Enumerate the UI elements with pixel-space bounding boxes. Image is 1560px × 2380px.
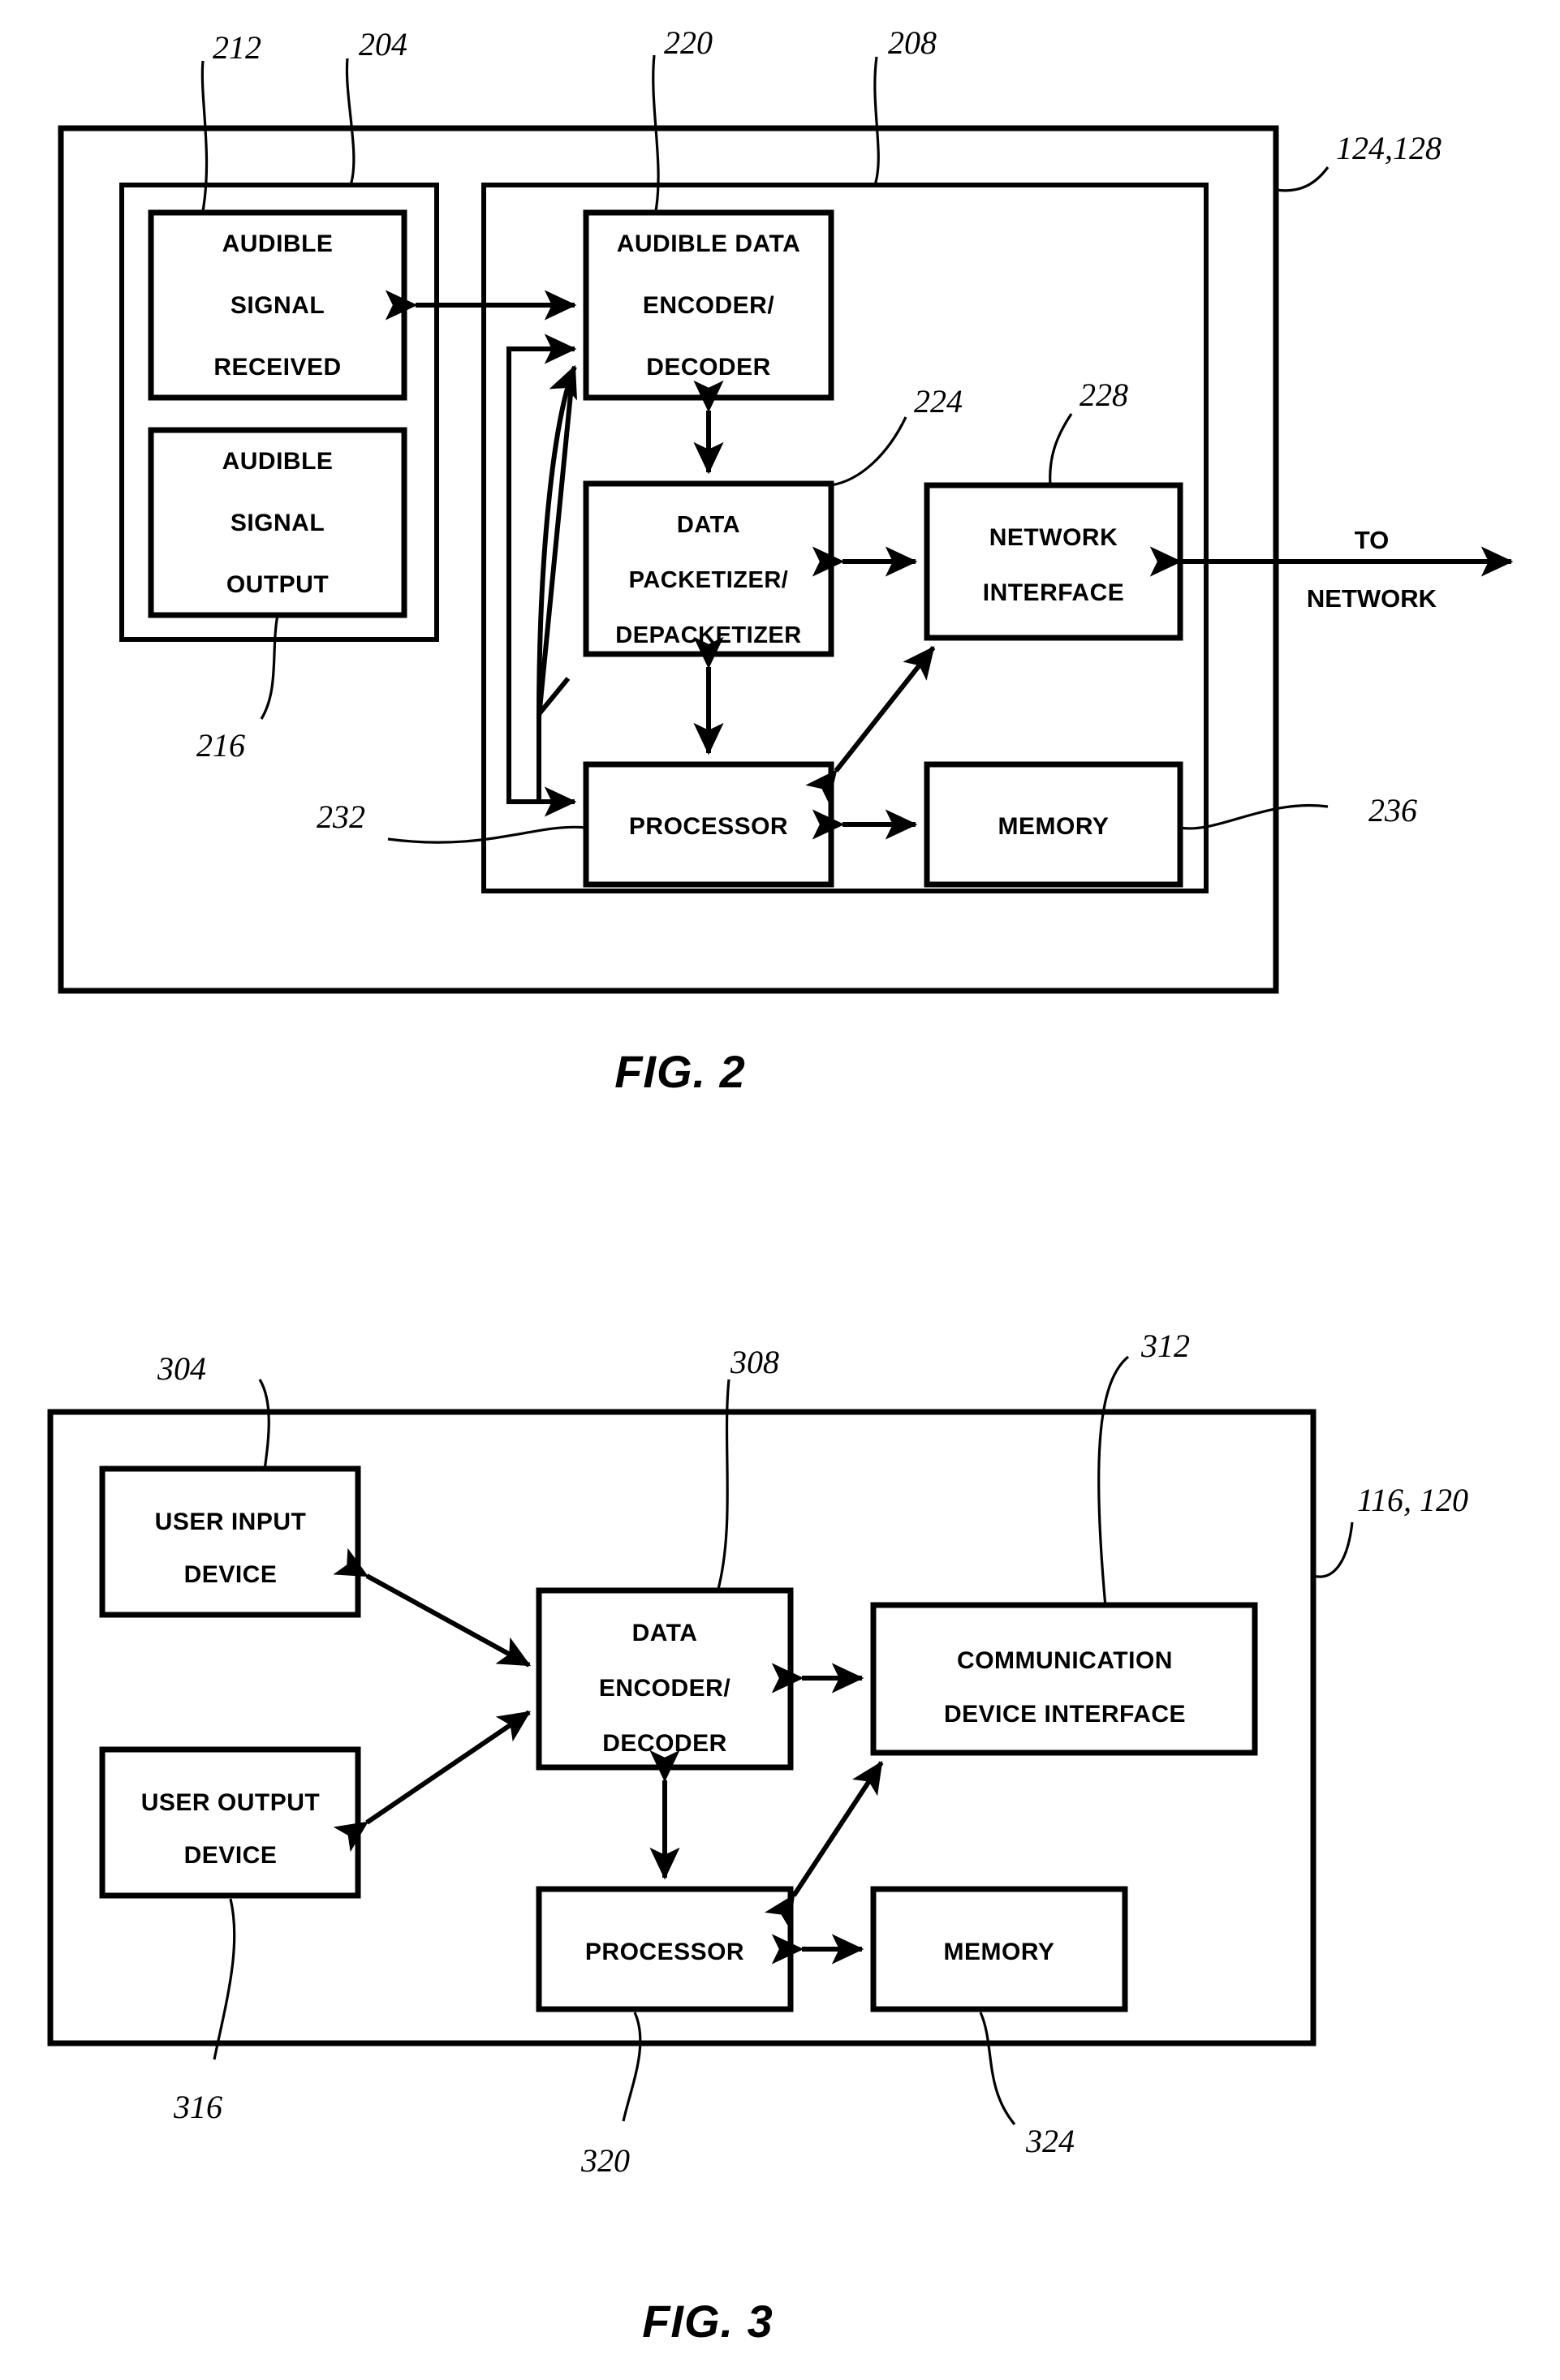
- fig2-ref-204: 204: [359, 26, 407, 62]
- patent-drawing-sheet: AUDIBLE SIGNAL RECEIVED AUDIBLE SIGNAL O…: [0, 0, 1560, 2380]
- fig3-uid-line2: DEVICE: [184, 1561, 278, 1588]
- fig2-ref-216: 216: [196, 727, 245, 764]
- fig3-memory-label: MEMORY: [944, 1939, 1055, 1965]
- fig2-ni-line2: INTERFACE: [983, 579, 1125, 606]
- fig2-aso-line2: SIGNAL: [231, 510, 325, 536]
- fig3-ded-line3: DECODER: [602, 1730, 727, 1757]
- fig2-asr-line1: AUDIBLE: [222, 230, 334, 257]
- fig2-dpd-line1: DATA: [677, 512, 740, 538]
- fig3-uid-line1: USER INPUT: [155, 1508, 307, 1535]
- fig2-caption: FIG. 2: [614, 1046, 746, 1097]
- fig3-caption: FIG. 3: [642, 2296, 774, 2347]
- fig2-asr-line3: RECEIVED: [213, 354, 341, 381]
- fig3-ded-line2: ENCODER/: [599, 1675, 731, 1702]
- fig3-ref-324: 324: [1025, 2123, 1075, 2159]
- fig2-aso-line1: AUDIBLE: [222, 448, 334, 475]
- fig3-ref-308: 308: [730, 1344, 779, 1380]
- fig2-ade-line2: ENCODER/: [643, 292, 775, 319]
- fig2-ref-220: 220: [664, 24, 713, 61]
- fig2-ade-line1: AUDIBLE DATA: [617, 230, 801, 257]
- fig3-ref-304: 304: [157, 1350, 206, 1387]
- fig2-dpd-line3: DEPACKETIZER: [615, 622, 801, 648]
- fig2-memory-label: MEMORY: [998, 813, 1110, 840]
- fig3-ref-320: 320: [580, 2142, 630, 2179]
- fig2-ref-124-128: 124,128: [1336, 130, 1441, 166]
- fig3-uod-line2: DEVICE: [184, 1842, 278, 1869]
- fig3-uod-line1: USER OUTPUT: [141, 1789, 321, 1816]
- fig2-aso-line3: OUTPUT: [226, 571, 329, 598]
- fig2-dpd-line2: PACKETIZER/: [629, 567, 789, 593]
- fig2-ref-208: 208: [888, 24, 937, 61]
- fig2-ref-212: 212: [213, 29, 261, 66]
- fig3-ref-316: 316: [173, 2089, 222, 2125]
- fig2-ref-228: 228: [1080, 377, 1128, 413]
- fig3-cdi-line1: COMMUNICATION: [957, 1647, 1173, 1674]
- fig2-ref-236: 236: [1368, 792, 1417, 828]
- fig2-ni-line1: NETWORK: [989, 524, 1118, 551]
- fig3-ref-116-120: 116, 120: [1357, 1482, 1468, 1518]
- fig2-ref-232: 232: [317, 798, 365, 835]
- fig3-ref-312: 312: [1140, 1328, 1190, 1364]
- fig2-ref-224: 224: [914, 383, 963, 420]
- fig2-processor-label: PROCESSOR: [629, 813, 788, 840]
- fig2-ade-line3: DECODER: [646, 354, 771, 381]
- fig2-to-network-line1: TO: [1355, 526, 1390, 554]
- fig3-ded-line1: DATA: [632, 1620, 698, 1646]
- fig2-to-network-line2: NETWORK: [1307, 584, 1437, 613]
- fig3-cdi-line2: DEVICE INTERFACE: [944, 1701, 1186, 1728]
- fig2-asr-line2: SIGNAL: [231, 292, 325, 319]
- fig3-processor-label: PROCESSOR: [585, 1939, 744, 1965]
